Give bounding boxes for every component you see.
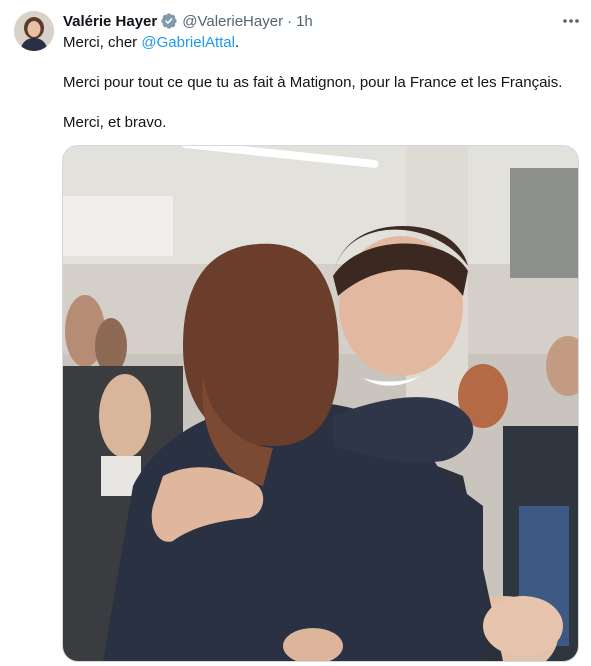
author-name[interactable]: Valérie Hayer: [63, 13, 157, 30]
tweet: Valérie Hayer @ValerieHayer · 1h Merci, …: [0, 0, 591, 666]
tweet-header: Valérie Hayer @ValerieHayer · 1h: [63, 11, 313, 31]
text-prefix: Merci, cher: [63, 34, 142, 51]
tweet-time[interactable]: 1h: [296, 13, 313, 30]
tweet-text-line-3: Merci, et bravo.: [63, 114, 167, 131]
mention-link[interactable]: @GabrielAttal: [141, 34, 235, 51]
text-suffix: .: [234, 34, 240, 51]
more-options-icon[interactable]: [560, 11, 582, 31]
tweet-text-line-1: Merci, cher @GabrielAttal.: [63, 33, 239, 53]
tweet-text-line-2: Merci pour tout ce que tu as fait à Mati…: [63, 74, 563, 91]
verified-badge-icon: [160, 12, 178, 30]
separator-dot: ·: [287, 12, 293, 30]
avatar[interactable]: [14, 11, 54, 51]
author-handle[interactable]: @ValerieHayer: [182, 13, 283, 30]
tweet-photo[interactable]: [62, 145, 579, 662]
